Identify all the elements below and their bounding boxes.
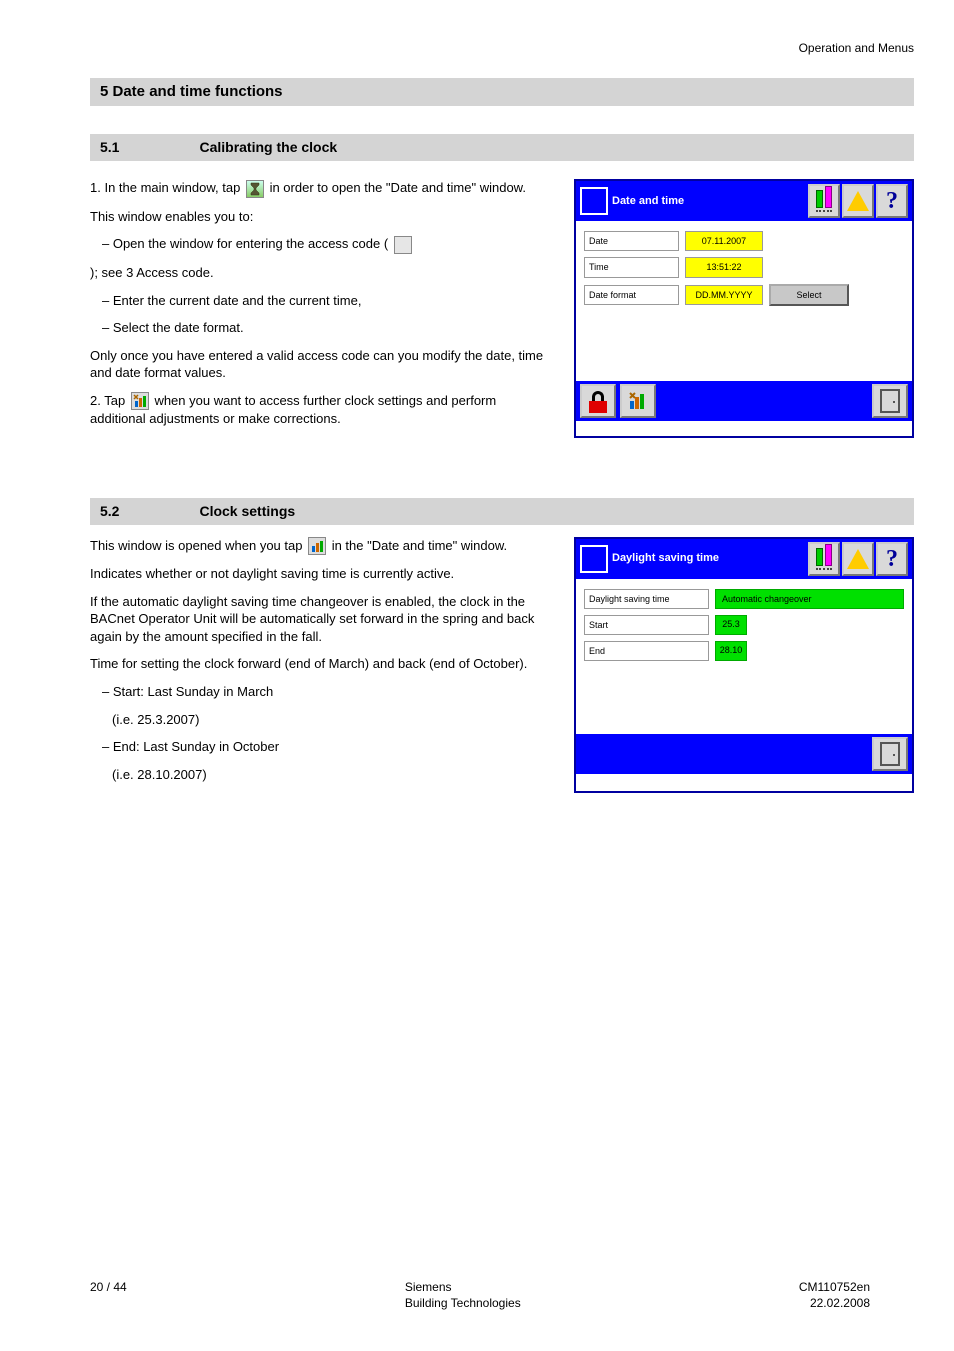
section-5-1-title: Calibrating the clock xyxy=(119,138,904,157)
step1-num: 1. xyxy=(90,180,101,195)
sec2-bullet-b-2: (i.e. 28.10.2007) xyxy=(90,766,554,784)
dst-start-label: Start xyxy=(584,615,709,635)
section-5-2-title-bar: 5.2 Clock settings xyxy=(90,498,914,525)
dst-value[interactable]: Automatic changeover xyxy=(715,589,904,609)
bars-icon[interactable] xyxy=(808,542,840,576)
dst-end-label: End xyxy=(584,641,709,661)
warning-icon[interactable] xyxy=(842,184,874,218)
help-icon[interactable]: ? xyxy=(876,184,908,218)
step2-post: when you want to access further clock se… xyxy=(90,393,496,427)
section-5-2-num: 5.2 xyxy=(100,502,119,521)
panel-titlebar: Date and time ? xyxy=(576,181,912,221)
warning-icon[interactable] xyxy=(842,542,874,576)
tools-icon[interactable] xyxy=(620,384,656,418)
dst-panel-title: Daylight saving time xyxy=(612,551,804,566)
footer-division: Building Technologies xyxy=(405,1296,521,1310)
date-time-panel: Date and time ? Date 07.11.2007 Time 13:… xyxy=(574,179,914,438)
dst-label: Daylight saving time xyxy=(584,589,709,609)
exit-door-icon[interactable] xyxy=(872,737,908,771)
help-icon[interactable]: ? xyxy=(876,542,908,576)
footer-page: 20 / 44 xyxy=(90,1279,127,1311)
bullet-a-post: ); see 3 Access code. xyxy=(90,265,214,280)
panel-title: Date and time xyxy=(612,194,804,209)
step1-text-a: In the main window, tap xyxy=(104,180,243,195)
panel-titlebar: Daylight saving time ? xyxy=(576,539,912,579)
section-5-1-body: 1. In the main window, tap in order to o… xyxy=(90,179,554,438)
step2-num: 2. xyxy=(90,393,101,408)
sec2-para2: If the automatic daylight saving time ch… xyxy=(90,593,554,646)
section-5-1-title-bar: 5.1 Calibrating the clock xyxy=(90,134,914,161)
doc-title: Operation and Menus xyxy=(799,41,914,55)
section-5-2-body: This window is opened when you tap in th… xyxy=(90,537,554,793)
bars-icon[interactable] xyxy=(808,184,840,218)
section-5-1-num: 5.1 xyxy=(100,138,119,157)
dst-panel: Daylight saving time ? Daylight saving t… xyxy=(574,537,914,793)
select-button[interactable]: Select xyxy=(769,284,849,306)
tools-icon xyxy=(131,392,149,410)
panel-title-square xyxy=(580,187,608,215)
padlock-icon xyxy=(394,236,412,254)
dst-end-value[interactable]: 28.10 xyxy=(715,641,747,661)
panel-title-square xyxy=(580,545,608,573)
intro-text: This window enables you to: xyxy=(90,208,554,226)
bullet-a-pre: Open the window for entering the access … xyxy=(113,236,388,251)
sec2-bullet-a-2: (i.e. 25.3.2007) xyxy=(90,711,554,729)
time-label: Time xyxy=(584,257,679,277)
sec2-intro-post: in the "Date and time" window. xyxy=(332,538,507,553)
page-footer: 20 / 44 Siemens Building Technologies CM… xyxy=(90,1279,870,1311)
dateformat-label: Date format xyxy=(584,285,679,305)
sec2-intro-pre: This window is opened when you tap xyxy=(90,538,306,553)
after-bullets: Only once you have entered a valid acces… xyxy=(90,347,554,382)
footer-date: 22.02.2008 xyxy=(810,1296,870,1310)
hourglass-icon xyxy=(246,180,264,198)
sec2-bullet-pre: Time for setting the clock forward (end … xyxy=(90,655,554,673)
section-5-title-bar: 5 Date and time functions xyxy=(90,78,914,106)
time-value[interactable]: 13:51:22 xyxy=(685,257,763,277)
page-header: Operation and Menus xyxy=(90,40,914,56)
section-5-title: 5 Date and time functions xyxy=(100,82,283,102)
footer-docnum: CM110752en xyxy=(799,1280,870,1294)
dateformat-value[interactable]: DD.MM.YYYY xyxy=(685,285,763,305)
dst-start-value[interactable]: 25.3 xyxy=(715,615,747,635)
exit-door-icon[interactable] xyxy=(872,384,908,418)
tools-icon xyxy=(308,537,326,555)
sec2-bullet-b-1: – End: Last Sunday in October xyxy=(90,738,554,756)
date-label: Date xyxy=(584,231,679,251)
bullet-b: Enter the current date and the current t… xyxy=(113,293,362,308)
sec2-bullet-a-1: – Start: Last Sunday in March xyxy=(90,683,554,701)
footer-company: Siemens xyxy=(405,1280,452,1294)
padlock-icon[interactable] xyxy=(580,384,616,418)
date-value[interactable]: 07.11.2007 xyxy=(685,231,763,251)
step2-pre: Tap xyxy=(104,393,129,408)
bullet-c: Select the date format. xyxy=(113,320,244,335)
step1-text-b: in order to open the "Date and time" win… xyxy=(270,180,526,195)
section-5-2-title: Clock settings xyxy=(119,502,904,521)
sec2-para1: Indicates whether or not daylight saving… xyxy=(90,565,554,583)
